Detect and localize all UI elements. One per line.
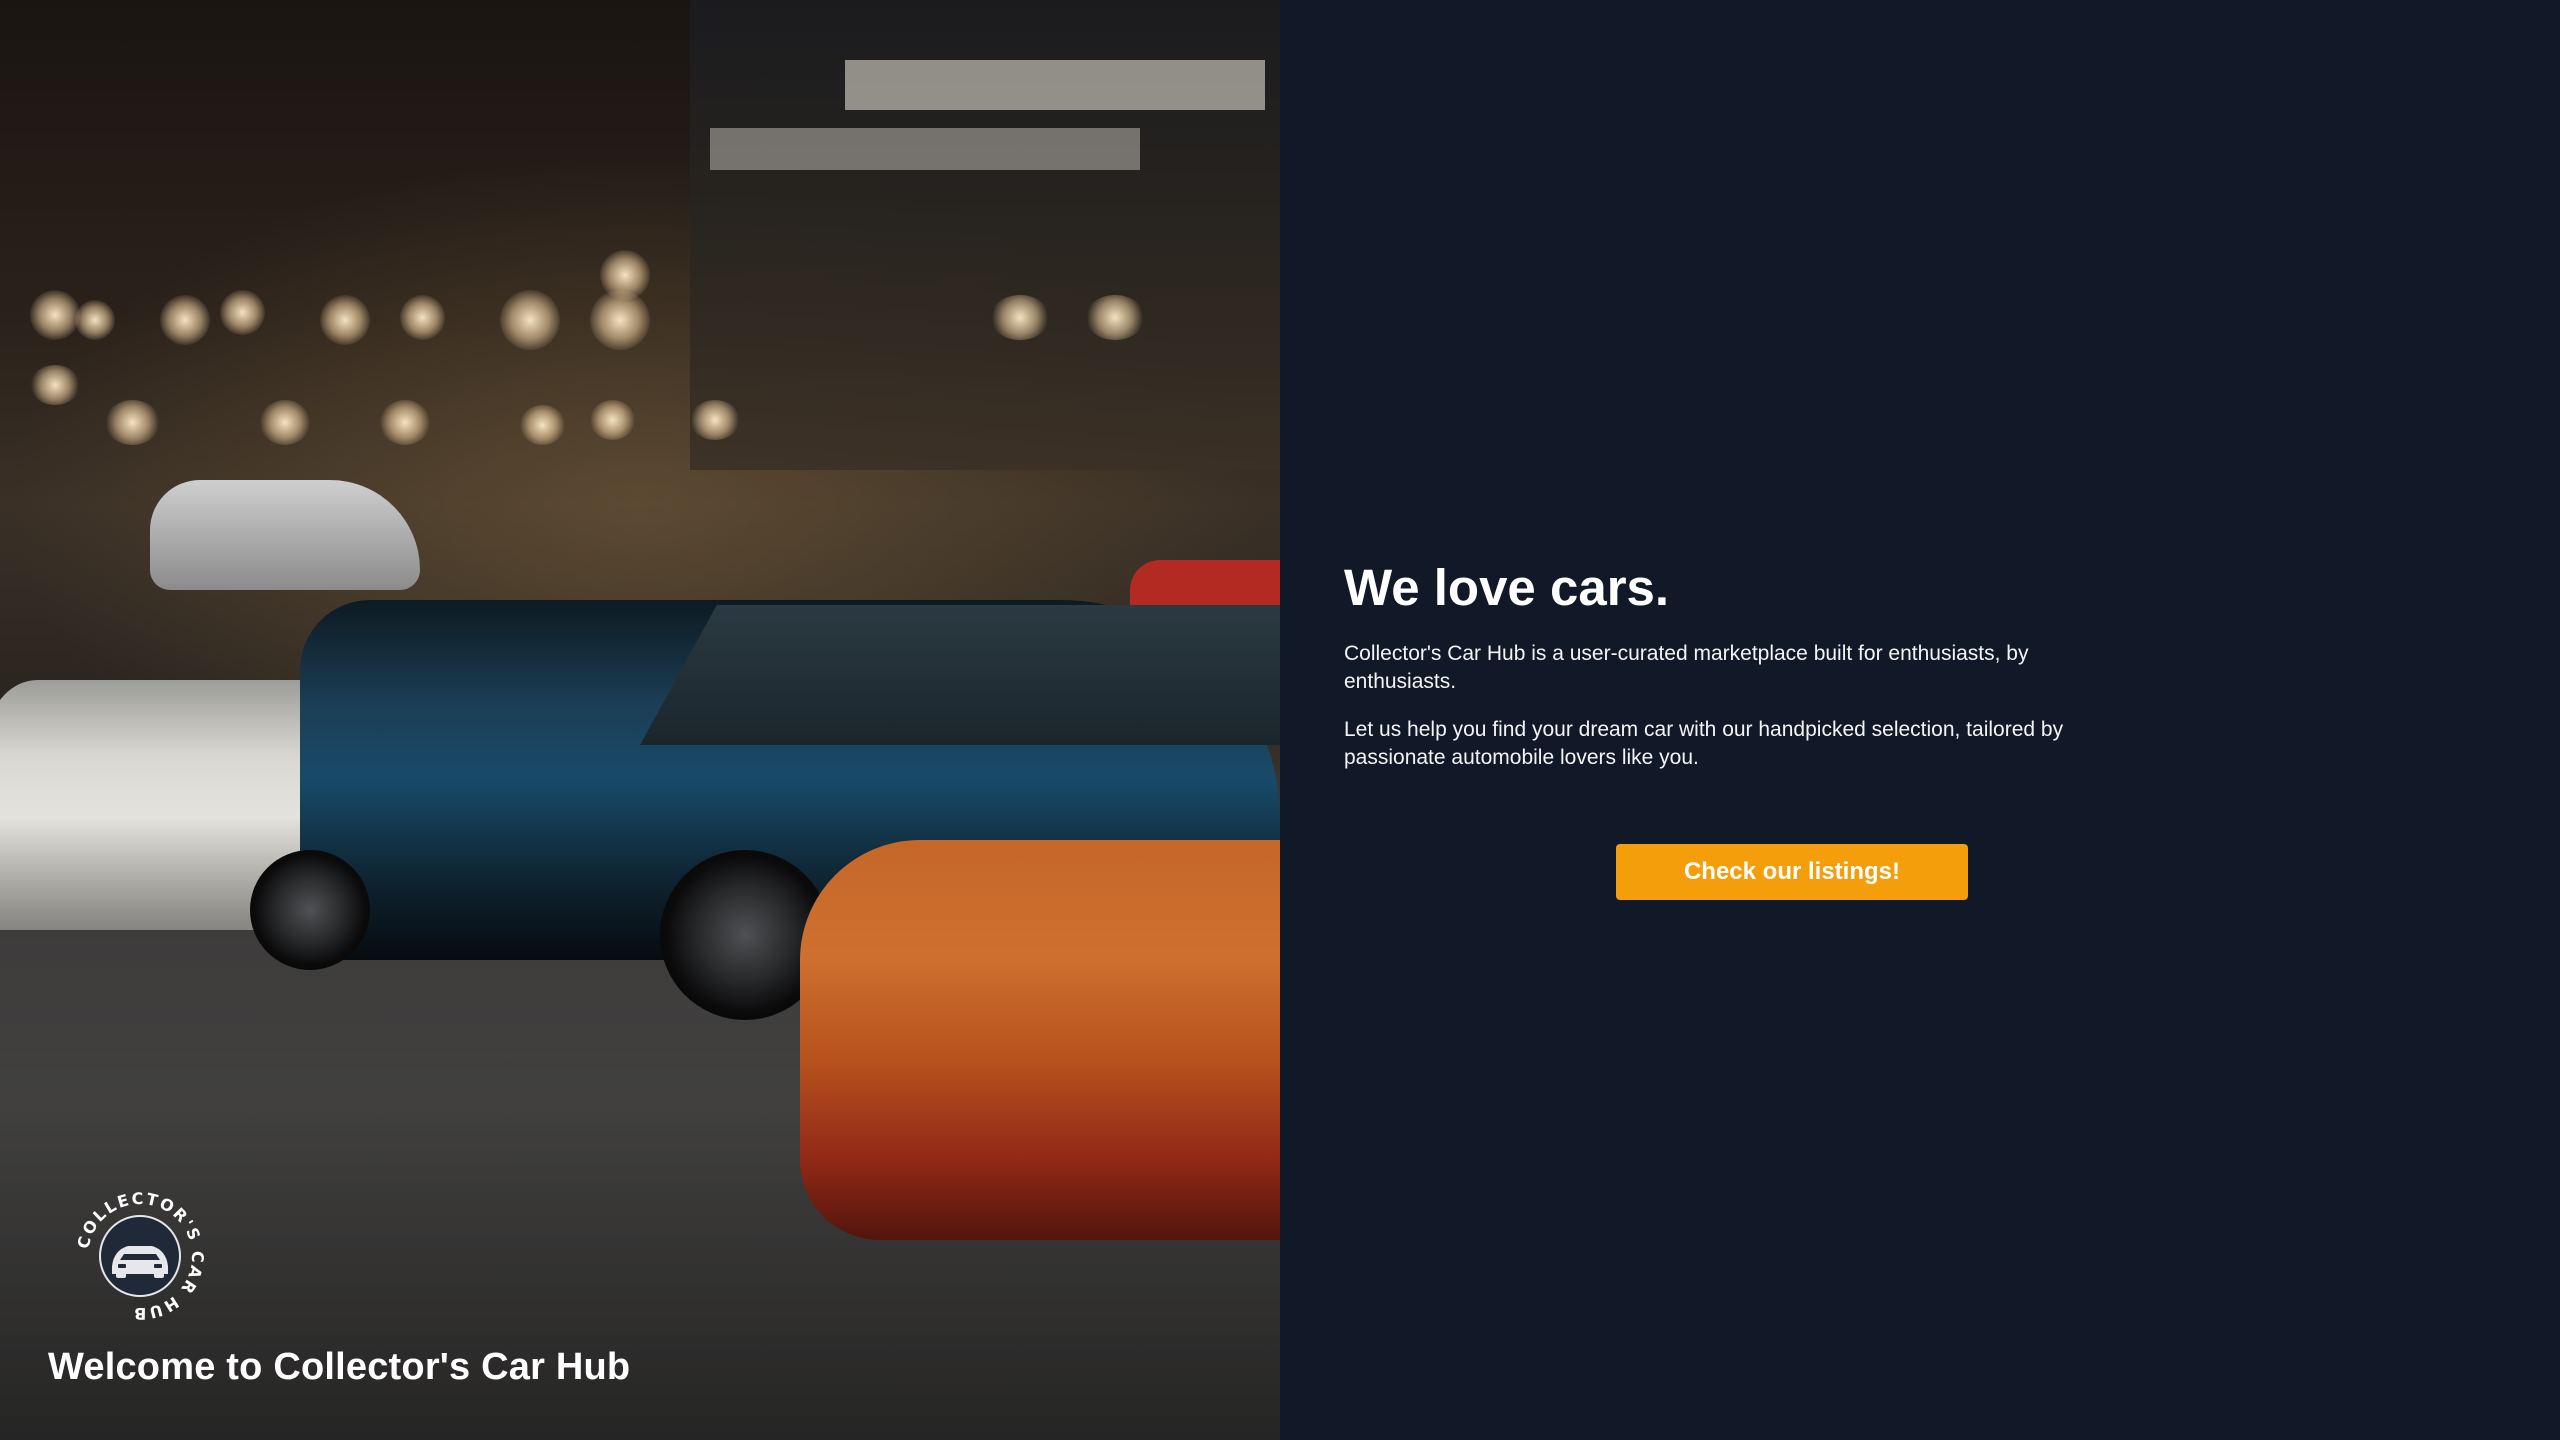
landing-page: COLLECTOR'S CAR HUB Welcome to Collector… — [0, 0, 2560, 1440]
intro-paragraph: Collector's Car Hub is a user-curated ma… — [1344, 642, 2029, 693]
cta-container: Check our listings! — [1616, 844, 1968, 900]
intro-content-panel: We love cars. Collector's Car Hub is a u… — [1280, 0, 2560, 1440]
check-listings-button[interactable]: Check our listings! — [1616, 844, 1968, 900]
intro-paragraph: Let us help you find your dream car with… — [1344, 718, 2064, 769]
collectors-car-hub-logo-icon: COLLECTOR'S CAR HUB — [73, 1189, 205, 1323]
hero-welcome-title: Welcome to Collector's Car Hub — [48, 1346, 631, 1388]
intro-text-block: We love cars. Collector's Car Hub is a u… — [1344, 556, 2144, 900]
intro-heading: We love cars. — [1344, 559, 1670, 616]
hero-image-panel: COLLECTOR'S CAR HUB Welcome to Collector… — [0, 0, 1280, 1440]
